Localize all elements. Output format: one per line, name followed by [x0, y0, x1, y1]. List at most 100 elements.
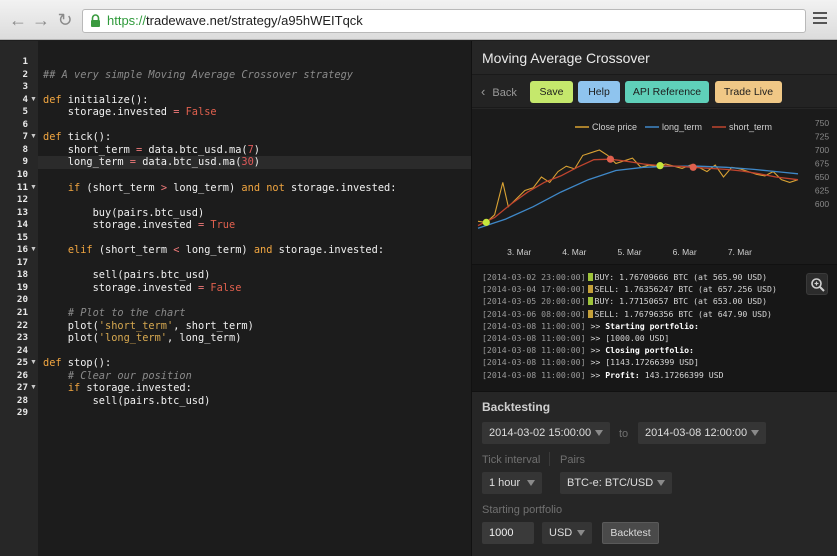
line-number: 4 — [22, 93, 28, 105]
code-line[interactable] — [38, 119, 471, 132]
trade-live-button[interactable]: Trade Live — [715, 81, 782, 103]
back-arrow-icon[interactable]: ← — [8, 10, 28, 30]
line-number: 5 — [22, 106, 28, 118]
legend-label: long_term — [662, 122, 702, 132]
reload-icon[interactable]: ↻ — [55, 10, 75, 30]
line-number: 6 — [22, 118, 28, 130]
tick-interval-select[interactable]: 1 hour — [482, 472, 542, 494]
fold-toggle-icon[interactable]: ▼ — [30, 94, 38, 107]
code-line[interactable]: storage.invested = False — [38, 106, 471, 119]
line-number: 22 — [16, 319, 28, 331]
fold-toggle-icon[interactable]: ▼ — [30, 131, 38, 144]
backtesting-title: Backtesting — [482, 400, 551, 414]
code-line[interactable] — [38, 232, 471, 245]
code-line[interactable] — [38, 294, 471, 307]
code-line[interactable] — [38, 81, 471, 94]
log-line: [2014-03-08 11:00:00] >> Starting portfo… — [482, 320, 802, 332]
code-line[interactable]: def tick(): — [38, 131, 471, 144]
log-message: BUY: 1.76709666 BTC (at 565.90 USD) — [594, 272, 768, 282]
code-area[interactable]: ## A very simple Moving Average Crossove… — [38, 41, 471, 556]
help-button[interactable]: Help — [578, 81, 620, 103]
line-number: 18 — [16, 269, 28, 281]
code-line[interactable]: elif (short_term < long_term) and storag… — [38, 244, 471, 257]
log-line: [2014-03-08 11:00:00] >> [1000.00 USD] — [482, 332, 802, 344]
chevron-down-icon — [657, 480, 665, 486]
trade-marker — [587, 285, 593, 294]
code-editor[interactable]: 1 2 3 4 ▼ 5 6 7 ▼ 8 9 10 11 ▼ 12 13 14 15 16 ▼ 17 18 19 20 21 22 2… — [0, 41, 471, 556]
fold-toggle-icon[interactable]: ▼ — [30, 357, 38, 370]
code-line[interactable]: if storage.invested: — [38, 382, 471, 395]
code-line[interactable]: # Clear our position — [38, 370, 471, 383]
legend-label: Close price — [592, 122, 637, 132]
code-line[interactable]: sell(pairs.btc_usd) — [38, 395, 471, 408]
line-number: 15 — [16, 231, 28, 243]
log-timestamp: [2014-03-04 17:00:00] — [482, 284, 586, 295]
log-message: BUY: 1.77150657 BTC (at 653.00 USD) — [594, 296, 768, 307]
log-line: [2014-03-06 08:00:00] SELL: 1.76796356 BT… — [482, 308, 802, 320]
end-date-select[interactable]: 2014-03-08 12:00:00 — [638, 422, 766, 444]
line-number: 19 — [16, 281, 28, 293]
currency-select[interactable]: USD — [542, 522, 592, 544]
sell-marker — [606, 155, 615, 163]
line-number-gutter: 1 2 3 4 ▼ 5 6 7 ▼ 8 9 10 11 ▼ 12 13 14 15 16 ▼ 17 18 19 20 21 22 2… — [0, 41, 38, 556]
panel-toolbar: ‹ Back Save Help API Reference Trade Liv… — [472, 74, 837, 108]
line-number: 9 — [22, 156, 28, 168]
code-line[interactable]: storage.invested = True — [38, 219, 471, 232]
starting-portfolio-input[interactable]: 1000 — [482, 522, 534, 544]
code-line[interactable]: storage.invested = False — [38, 282, 471, 295]
save-button[interactable]: Save — [530, 81, 573, 103]
code-line[interactable]: # Plot to the chart — [38, 307, 471, 320]
address-bar[interactable]: https://tradewave.net/strategy/a95hWEITq… — [82, 9, 806, 33]
code-line[interactable]: long_term = data.btc_usd.ma(30) — [38, 156, 471, 169]
code-line[interactable] — [38, 194, 471, 207]
fold-toggle-icon[interactable]: ▼ — [30, 244, 38, 257]
y-tick-label: 600 — [815, 199, 829, 209]
code-line[interactable]: def initialize(): — [38, 94, 471, 107]
log-message: SELL: 1.76356247 BTC (at 657.256 USD) — [594, 284, 777, 295]
pairs-label: Pairs — [560, 454, 586, 466]
start-date-select[interactable]: 2014-03-02 15:00:00 — [482, 422, 610, 444]
code-line[interactable] — [38, 56, 471, 69]
divider — [549, 452, 550, 466]
code-line[interactable]: def stop(): — [38, 357, 471, 370]
code-line[interactable]: sell(pairs.btc_usd) — [38, 269, 471, 282]
log-timestamp: [2014-03-08 11:00:00] — [482, 369, 586, 380]
log-message: [1143.17266399 USD] — [605, 357, 699, 368]
backtesting-section: Backtesting 2014-03-02 15:00:00 to 2014-… — [472, 392, 837, 556]
code-line[interactable] — [38, 407, 471, 420]
fold-toggle-icon[interactable]: ▼ — [30, 382, 38, 395]
line-number: 8 — [22, 143, 28, 155]
back-button[interactable]: ‹ Back — [481, 84, 517, 99]
line-number: 2 — [22, 68, 28, 80]
api-reference-button[interactable]: API Reference — [625, 81, 709, 103]
trade-marker — [587, 297, 593, 306]
menu-icon[interactable] — [813, 12, 827, 26]
line-number: 7 — [22, 131, 28, 143]
code-line[interactable]: plot('long_term', long_term) — [38, 332, 471, 345]
line-number: 11 — [16, 181, 28, 193]
code-line[interactable] — [38, 345, 471, 358]
fold-toggle-icon[interactable]: ▼ — [30, 182, 38, 195]
code-line[interactable]: buy(pairs.btc_usd) — [38, 207, 471, 220]
chevron-left-icon: ‹ — [481, 84, 486, 99]
code-line[interactable]: if (short_term > long_term) and not stor… — [38, 182, 471, 195]
line-number: 16 — [16, 244, 28, 256]
tick-interval-label: Tick interval — [482, 454, 541, 466]
pairs-select[interactable]: BTC-e: BTC/USD — [560, 472, 672, 494]
y-tick-label: 700 — [815, 145, 829, 155]
y-tick-label: 725 — [815, 132, 829, 142]
code-line[interactable]: ## A very simple Moving Average Crossove… — [38, 69, 471, 82]
line-number: 14 — [16, 219, 28, 231]
zoom-button[interactable] — [806, 273, 828, 295]
log-prefix: >> — [590, 357, 601, 368]
code-line[interactable] — [38, 257, 471, 270]
code-line[interactable]: plot('short_term', short_term) — [38, 320, 471, 333]
log-line: [2014-03-08 11:00:00] >> Profit: 143.172… — [482, 369, 802, 381]
backtest-button[interactable]: Backtest — [602, 522, 659, 544]
legend-label: short_term — [729, 122, 772, 132]
code-line[interactable] — [38, 169, 471, 182]
browser-toolbar: ← → ↻ https://tradewave.net/strategy/a95… — [0, 0, 837, 40]
code-line[interactable]: short_term = data.btc_usd.ma(7) — [38, 144, 471, 157]
log-heading: Starting portfolio: — [605, 320, 699, 331]
forward-arrow-icon[interactable]: → — [31, 10, 51, 30]
